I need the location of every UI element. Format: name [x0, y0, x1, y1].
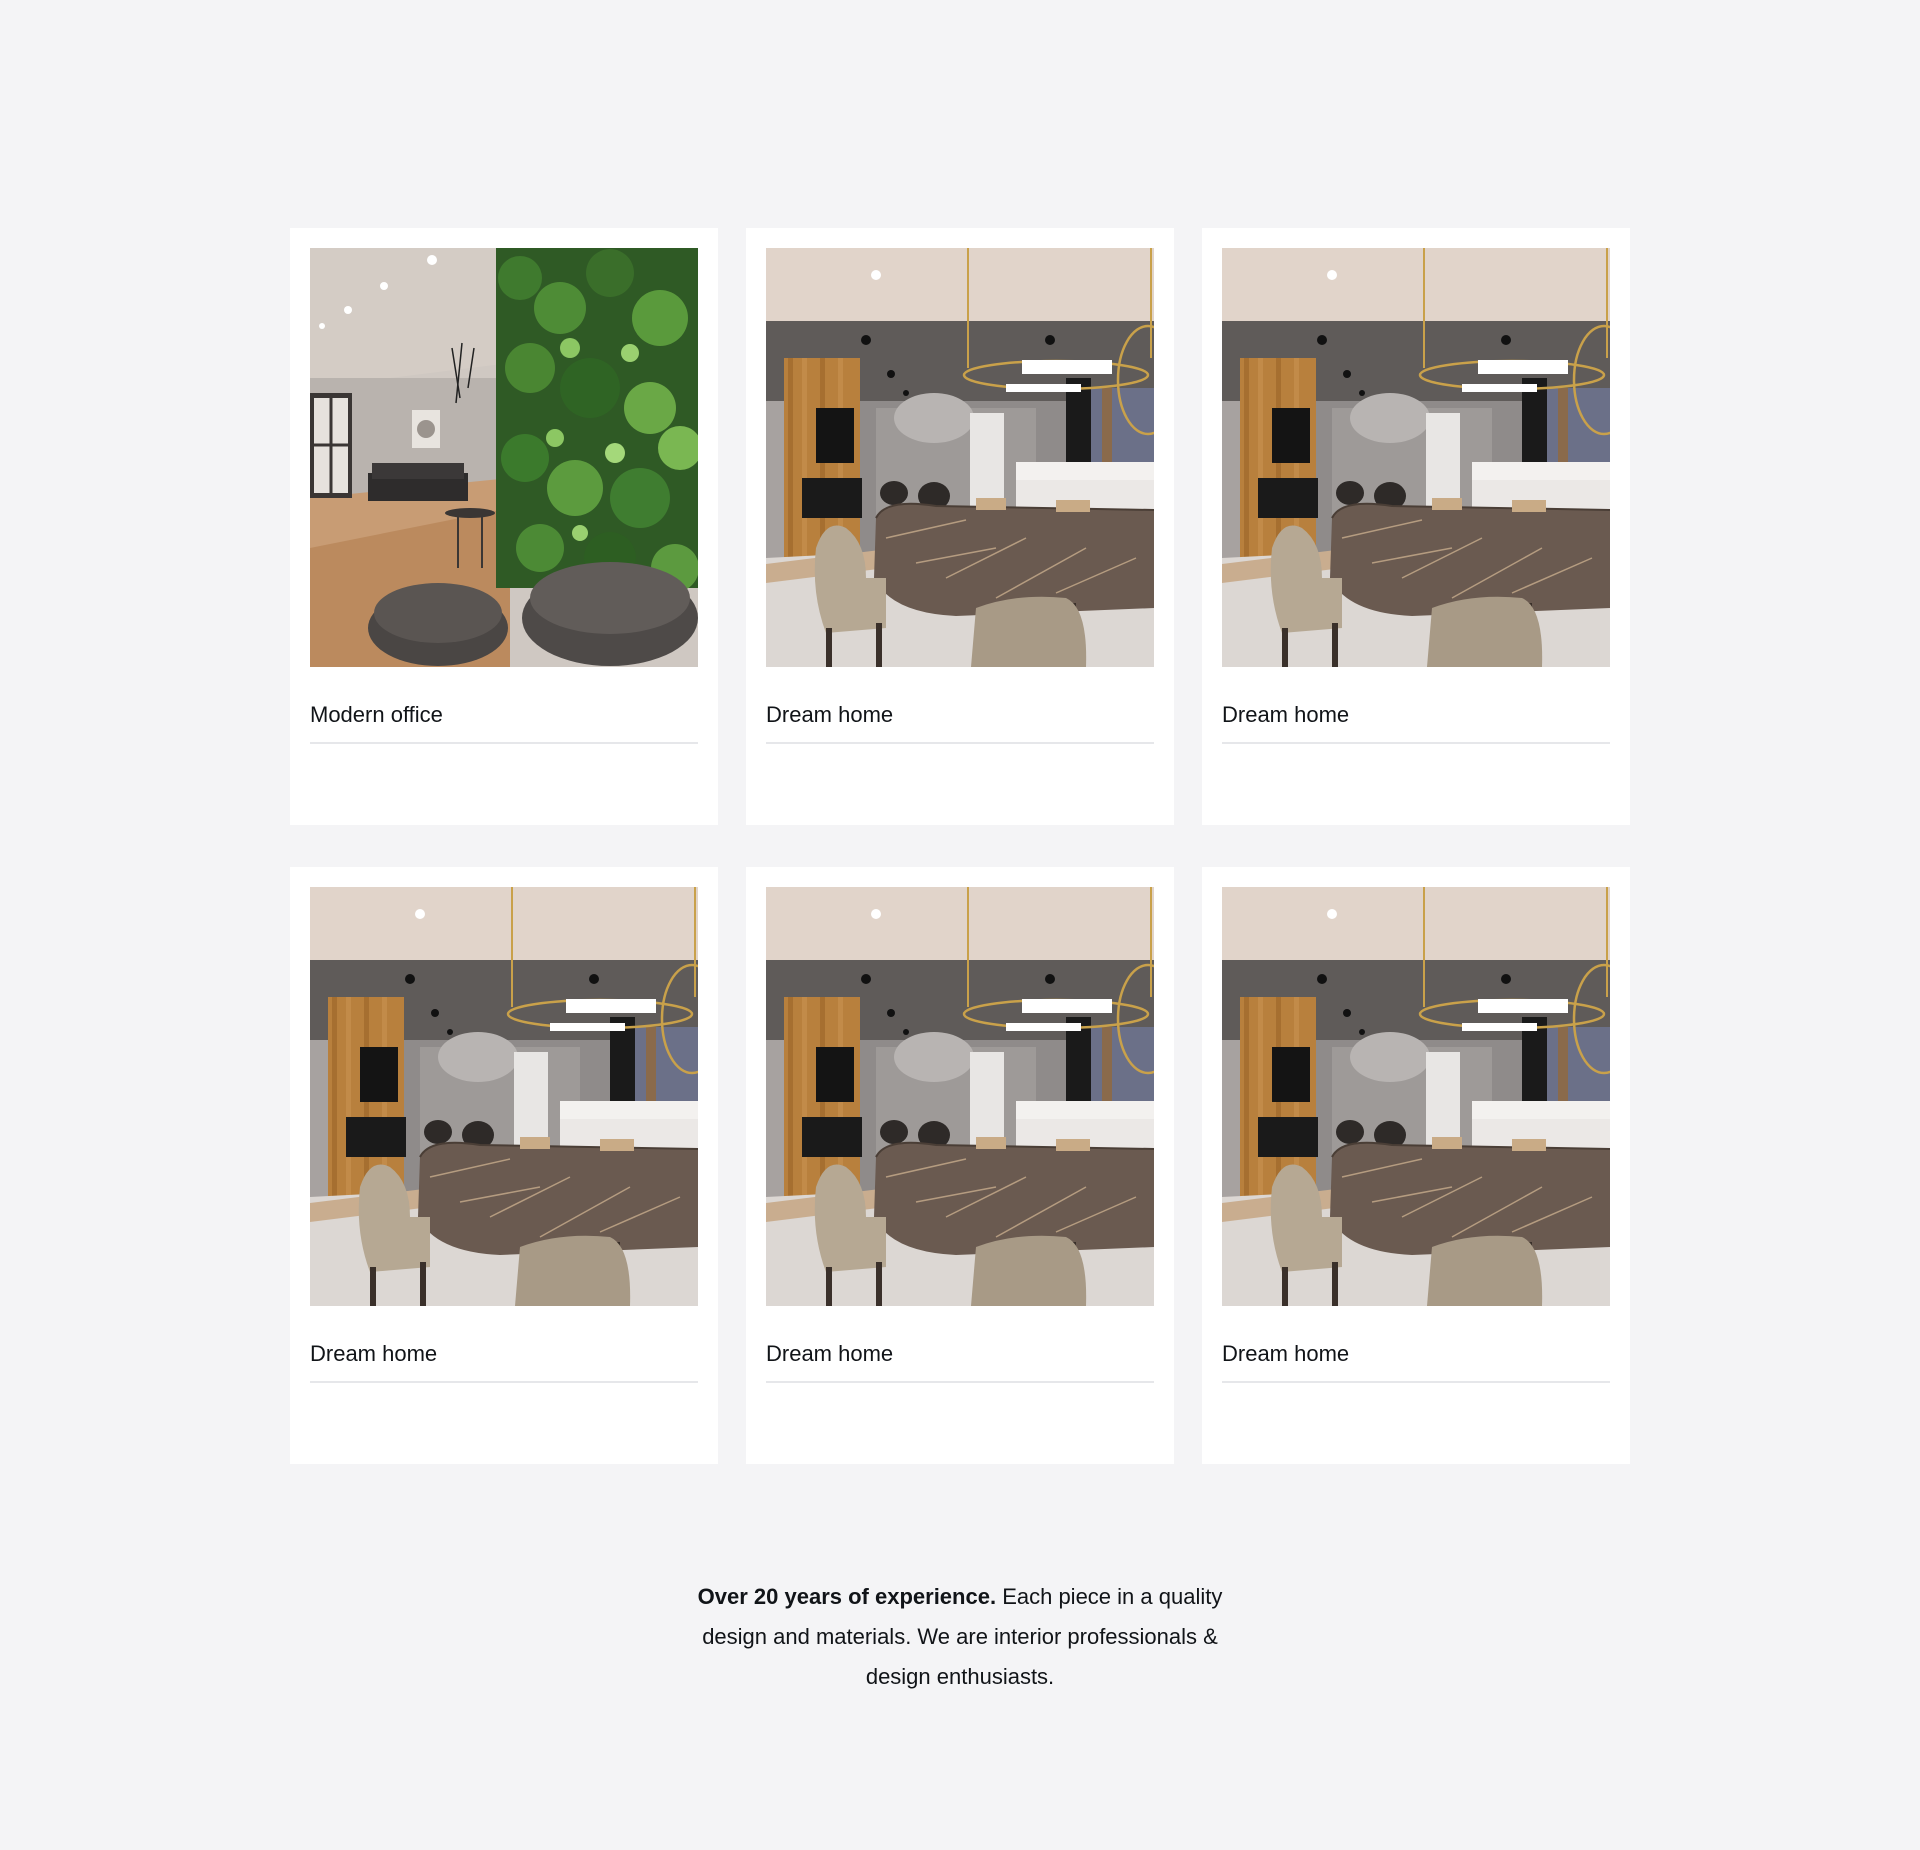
project-title[interactable]: Dream home — [310, 1341, 437, 1367]
projects-grid: Modern office Dream home Dream home Drea… — [290, 228, 1630, 1464]
project-card-dream-home[interactable]: Dream home — [290, 867, 718, 1464]
project-title[interactable]: Dream home — [1222, 702, 1349, 728]
project-card-dream-home[interactable]: Dream home — [1202, 867, 1630, 1464]
divider-line — [310, 742, 698, 744]
project-photo-dining-room[interactable] — [310, 887, 698, 1306]
project-photo-dining-room[interactable] — [766, 887, 1154, 1306]
divider-line — [310, 1381, 698, 1383]
project-photo-dining-room[interactable] — [1222, 248, 1610, 667]
project-card-modern-office[interactable]: Modern office — [290, 228, 718, 825]
divider-line — [766, 742, 1154, 744]
project-card-dream-home[interactable]: Dream home — [746, 867, 1174, 1464]
divider-line — [766, 1381, 1154, 1383]
project-card-dream-home[interactable]: Dream home — [1202, 228, 1630, 825]
project-title[interactable]: Dream home — [766, 1341, 893, 1367]
experience-highlight: Over 20 years of experience. — [697, 1584, 997, 1609]
project-card-dream-home[interactable]: Dream home — [746, 228, 1174, 825]
project-photo-office-green-wall[interactable] — [310, 248, 698, 667]
divider-line — [1222, 742, 1610, 744]
project-photo-dining-room[interactable] — [766, 248, 1154, 667]
project-photo-dining-room[interactable] — [1222, 887, 1610, 1306]
divider-line — [1222, 1381, 1610, 1383]
project-title[interactable]: Dream home — [1222, 1341, 1349, 1367]
project-title[interactable]: Modern office — [310, 702, 443, 728]
project-title[interactable]: Dream home — [766, 702, 893, 728]
about-tagline: Over 20 years of experience. Each piece … — [680, 1577, 1240, 1697]
